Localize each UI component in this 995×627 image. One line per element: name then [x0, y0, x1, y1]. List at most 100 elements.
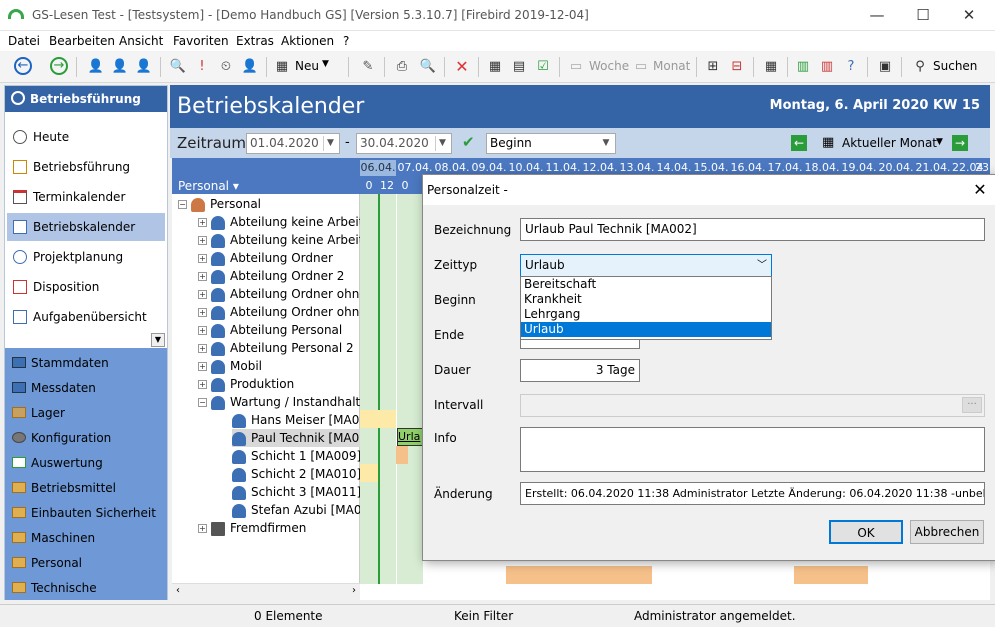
sidebar-item-projektplanung[interactable]: Projektplanung [7, 243, 165, 271]
next-period-icon[interactable]: → [952, 135, 968, 151]
forward-icon[interactable]: → [50, 57, 68, 75]
edit-icon[interactable]: ✎ [358, 57, 378, 77]
alert-doc-icon[interactable]: ! [192, 57, 212, 77]
chart-icon[interactable]: ▥ [793, 57, 813, 77]
sidebar-item-betriebskalender[interactable]: Betriebskalender [7, 213, 165, 241]
ok-button[interactable]: OK [829, 520, 903, 544]
help-doc-icon[interactable]: ? [841, 57, 861, 77]
category-personal[interactable]: Personal [5, 551, 167, 576]
user-remove-icon[interactable]: 👤 [110, 57, 130, 77]
tree-node[interactable]: + Fremdfirmen [198, 519, 306, 537]
binoculars-icon[interactable]: ⚲ [910, 57, 930, 77]
current-month-dropdown-icon[interactable]: ▼ [936, 137, 943, 147]
tree-header[interactable]: Personal ▾ [172, 158, 360, 194]
option-urlaub[interactable]: Urlaub [521, 322, 771, 337]
prev-period-icon[interactable]: ← [791, 135, 807, 151]
bezeichnung-field[interactable]: Urlaub Paul Technik [MA002] [520, 218, 985, 241]
dialog-close-button[interactable]: ✕ [965, 175, 995, 205]
tree-node[interactable]: + Produktion [198, 375, 294, 393]
new-button[interactable]: Neu [295, 59, 319, 73]
intervall-button[interactable]: ··· [962, 397, 982, 413]
menu-bearbeiten[interactable]: Bearbeiten [49, 34, 115, 48]
tree-node[interactable]: + Abteilung keine Arbeits [198, 213, 370, 231]
category-auswertung[interactable]: Auswertung [5, 451, 167, 476]
week-icon[interactable]: ▭ [566, 57, 586, 77]
search-button[interactable]: Suchen [933, 59, 977, 73]
menu-ansicht[interactable]: Ansicht [119, 34, 163, 48]
category-konfiguration[interactable]: Konfiguration [5, 426, 167, 451]
form-icon[interactable]: ▤ [509, 57, 529, 77]
user-info-2-icon[interactable]: 👤 [240, 57, 260, 77]
vacation-event[interactable]: Urla [397, 428, 423, 446]
menu-extras[interactable]: Extras [236, 34, 274, 48]
category-betriebsmittel[interactable]: Betriebsmittel [5, 476, 167, 501]
user-info-icon[interactable]: 👤 [134, 57, 154, 77]
sidebar-item-betriebsfuehrung[interactable]: Betriebsführung [7, 153, 165, 181]
tree-node[interactable]: + Abteilung Ordner 2 [198, 267, 344, 285]
option-bereitschaft[interactable]: Bereitschaft [521, 277, 771, 292]
tree-node[interactable]: + Abteilung Personal 2 [198, 339, 354, 357]
print-preview-icon[interactable]: 🔍 [418, 57, 438, 77]
tree-node[interactable]: + Abteilung keine Arbeits [198, 231, 370, 249]
calendar-2-icon[interactable]: ▦ [761, 57, 781, 77]
tree-hscrollbar[interactable]: ‹ › [172, 583, 360, 600]
tree-node[interactable]: + Abteilung Ordner [198, 249, 333, 267]
menu-help[interactable]: ? [343, 34, 349, 48]
cancel-button[interactable]: Abbrechen [910, 520, 984, 544]
date-from-dropdown-icon[interactable]: ▼ [323, 136, 337, 151]
back-icon[interactable]: ← [14, 57, 32, 75]
tree-root[interactable]: − Personal [178, 195, 261, 213]
tree-person[interactable]: Schicht 1 [MA009] [232, 447, 361, 465]
menu-aktionen[interactable]: Aktionen [281, 34, 334, 48]
sidebar-item-heute[interactable]: Heute [7, 123, 165, 151]
tree-node[interactable]: − Wartung / Instandhaltu [198, 393, 368, 411]
current-month-button[interactable]: Aktueller Monat [842, 136, 937, 150]
apply-check-icon[interactable]: ✔ [462, 133, 475, 151]
tree-node[interactable]: + Abteilung Ordner ohne [198, 285, 367, 303]
option-lehrgang[interactable]: Lehrgang [521, 307, 771, 322]
chart-remove-icon[interactable]: ▥ [817, 57, 837, 77]
sidebar-item-terminkalender[interactable]: Terminkalender [7, 183, 165, 211]
info-textarea[interactable] [520, 427, 985, 472]
person-card-icon[interactable]: ▣ [875, 57, 895, 77]
new-icon[interactable]: ▦ [272, 57, 292, 77]
category-messdaten[interactable]: Messdaten [5, 376, 167, 401]
24h-icon[interactable]: ⏲ [216, 57, 236, 77]
tree-person[interactable]: Schicht 2 [MA010] [232, 465, 361, 483]
add-row-icon[interactable]: ⊞ [703, 57, 723, 77]
category-maschinen[interactable]: Maschinen [5, 526, 167, 551]
tree-node[interactable]: + Abteilung Ordner ohne [198, 303, 367, 321]
search-doc-icon[interactable]: 🔍 [168, 57, 188, 77]
tree-node[interactable]: + Mobil [198, 357, 262, 375]
print-icon[interactable]: ⎙ [392, 57, 412, 77]
category-stammdaten[interactable]: Stammdaten [5, 351, 167, 376]
user-settings-icon[interactable]: 👤 [86, 57, 106, 77]
date-to-dropdown-icon[interactable]: ▼ [435, 136, 449, 151]
close-window-button[interactable]: ✕ [946, 0, 992, 31]
category-technische-einrichtung[interactable]: Technische Einrichtung [5, 576, 167, 620]
mode-select[interactable]: Beginn ▼ [486, 133, 616, 154]
scroll-left-icon[interactable]: ‹ [176, 585, 180, 596]
remove-row-icon[interactable]: ⊟ [727, 57, 747, 77]
category-einbauten-sicherheit[interactable]: Einbauten Sicherheit [5, 501, 167, 526]
tree-person[interactable]: Schicht 3 [MA011] [232, 483, 361, 501]
maximize-button[interactable]: ☐ [900, 0, 946, 31]
tree-person[interactable]: Hans Meiser [MA01 [232, 411, 367, 429]
minimize-button[interactable]: — [854, 0, 900, 31]
tree-person-selected[interactable]: Paul Technik [MA00 [232, 429, 367, 447]
scroll-right-icon[interactable]: › [352, 585, 356, 596]
category-lager[interactable]: Lager [5, 401, 167, 426]
new-dropdown-icon[interactable]: ▼ [322, 59, 329, 69]
tree-node[interactable]: + Abteilung Personal [198, 321, 342, 339]
delete-icon[interactable]: ✕ [452, 57, 472, 77]
menu-favoriten[interactable]: Favoriten [173, 34, 229, 48]
month-icon[interactable]: ▭ [631, 57, 651, 77]
option-krankheit[interactable]: Krankheit [521, 292, 771, 307]
date-to-field[interactable]: 30.04.2020 ▼ [356, 133, 452, 154]
calendar-icon[interactable]: ▦ [485, 57, 505, 77]
dauer-field[interactable]: 3 Tage [520, 359, 640, 382]
sidebar-scroll-down[interactable]: ▼ [151, 333, 165, 347]
tree-person[interactable]: Stefan Azubi [MA00 [232, 501, 369, 519]
zeittyp-select[interactable]: Urlaub ﹀ [520, 254, 772, 277]
sidebar-item-aufgabenuebersicht[interactable]: Aufgabenübersicht [7, 303, 165, 331]
